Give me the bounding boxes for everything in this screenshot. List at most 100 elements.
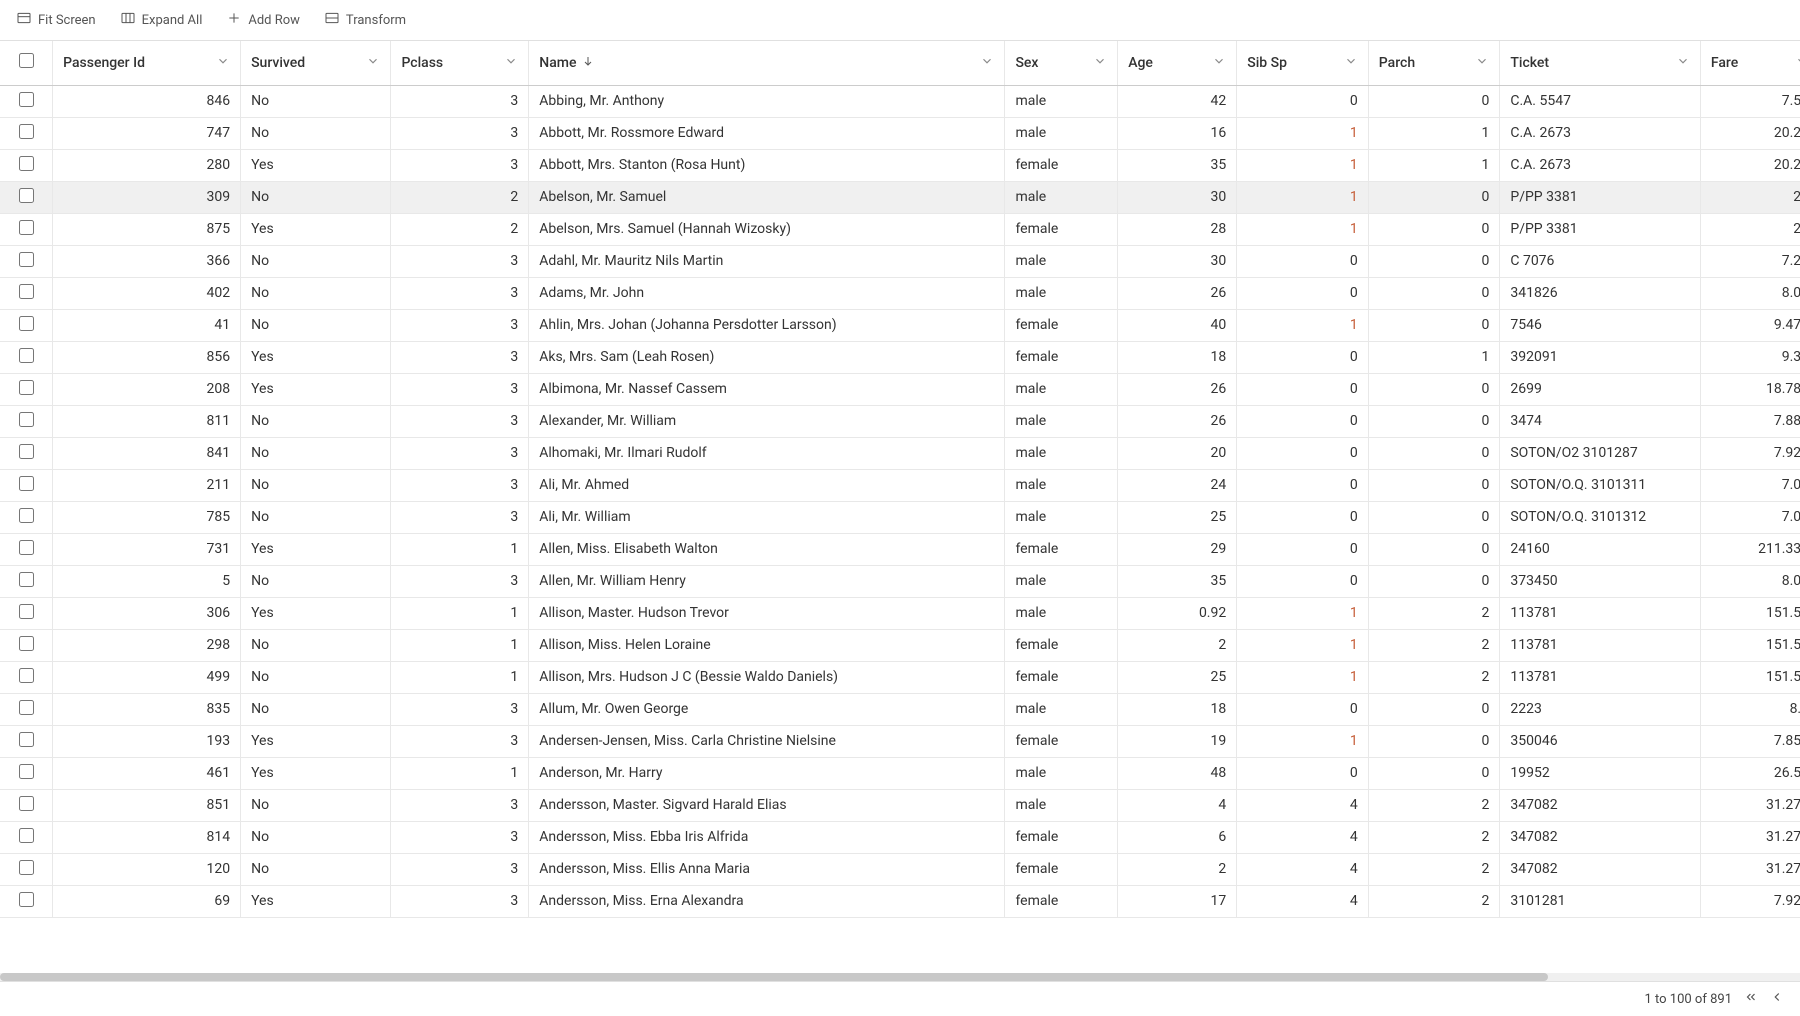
column-header-survived[interactable]: Survived (241, 41, 391, 85)
row-select-cell[interactable] (0, 85, 53, 117)
table-row[interactable]: 208Yes3Albimona, Mr. Nassef Cassemmale26… (0, 373, 1800, 405)
table-row[interactable]: 835No3Allum, Mr. Owen Georgemale18002223… (0, 693, 1800, 725)
row-select-cell[interactable] (0, 501, 53, 533)
table-row[interactable]: 461Yes1Anderson, Mr. Harrymale4800199522… (0, 757, 1800, 789)
row-checkbox[interactable] (19, 732, 34, 747)
row-checkbox[interactable] (19, 764, 34, 779)
row-checkbox[interactable] (19, 284, 34, 299)
row-checkbox[interactable] (19, 380, 34, 395)
row-checkbox[interactable] (19, 604, 34, 619)
chevron-down-icon[interactable] (504, 54, 518, 72)
row-checkbox[interactable] (19, 668, 34, 683)
row-select-cell[interactable] (0, 533, 53, 565)
row-checkbox[interactable] (19, 700, 34, 715)
table-row[interactable]: 841No3Alhomaki, Mr. Ilmari Rudolfmale200… (0, 437, 1800, 469)
row-checkbox[interactable] (19, 316, 34, 331)
row-checkbox[interactable] (19, 220, 34, 235)
row-checkbox[interactable] (19, 412, 34, 427)
table-row[interactable]: 193Yes3Andersen-Jensen, Miss. Carla Chri… (0, 725, 1800, 757)
transform-button[interactable]: Transform (324, 10, 406, 30)
table-row[interactable]: 785No3Ali, Mr. Williammale2500SOTON/O.Q.… (0, 501, 1800, 533)
row-checkbox[interactable] (19, 92, 34, 107)
row-checkbox[interactable] (19, 860, 34, 875)
column-header-sex[interactable]: Sex (1005, 41, 1118, 85)
column-header-ticket[interactable]: Ticket (1500, 41, 1700, 85)
chevron-down-icon[interactable] (1676, 54, 1690, 72)
row-checkbox[interactable] (19, 508, 34, 523)
table-row[interactable]: 851No3Andersson, Master. Sigvard Harald … (0, 789, 1800, 821)
table-row[interactable]: 5No3Allen, Mr. William Henrymale35003734… (0, 565, 1800, 597)
column-header-pid[interactable]: Passenger Id (53, 41, 241, 85)
chevron-down-icon[interactable] (1093, 54, 1107, 72)
fit-screen-button[interactable]: Fit Screen (16, 10, 96, 30)
row-checkbox[interactable] (19, 540, 34, 555)
table-row[interactable]: 120No3Andersson, Miss. Ellis Anna Mariaf… (0, 853, 1800, 885)
row-checkbox[interactable] (19, 252, 34, 267)
table-row[interactable]: 366No3Adahl, Mr. Mauritz Nils Martinmale… (0, 245, 1800, 277)
row-select-cell[interactable] (0, 373, 53, 405)
table-row[interactable]: 211No3Ali, Mr. Ahmedmale2400SOTON/O.Q. 3… (0, 469, 1800, 501)
chevron-down-icon[interactable] (216, 54, 230, 72)
table-row[interactable]: 811No3Alexander, Mr. Williammale26003474… (0, 405, 1800, 437)
prev-page-button[interactable] (1770, 990, 1784, 1008)
chevron-down-icon[interactable] (366, 54, 380, 72)
column-header-name[interactable]: Name (529, 41, 1005, 85)
row-select-cell[interactable] (0, 821, 53, 853)
row-checkbox[interactable] (19, 828, 34, 843)
table-row[interactable]: 846No3Abbing, Mr. Anthonymale4200C.A. 55… (0, 85, 1800, 117)
row-select-cell[interactable] (0, 213, 53, 245)
table-row[interactable]: 875Yes2Abelson, Mrs. Samuel (Hannah Wizo… (0, 213, 1800, 245)
row-select-cell[interactable] (0, 309, 53, 341)
row-select-cell[interactable] (0, 629, 53, 661)
row-select-cell[interactable] (0, 853, 53, 885)
row-select-cell[interactable] (0, 885, 53, 917)
row-checkbox[interactable] (19, 476, 34, 491)
column-header-age[interactable]: Age (1118, 41, 1237, 85)
row-select-cell[interactable] (0, 245, 53, 277)
scrollbar-thumb[interactable] (0, 973, 1548, 981)
row-checkbox[interactable] (19, 188, 34, 203)
row-checkbox[interactable] (19, 124, 34, 139)
row-select-cell[interactable] (0, 597, 53, 629)
table-row[interactable]: 306Yes1Allison, Master. Hudson Trevormal… (0, 597, 1800, 629)
table-row[interactable]: 499No1Allison, Mrs. Hudson J C (Bessie W… (0, 661, 1800, 693)
row-select-cell[interactable] (0, 149, 53, 181)
row-select-cell[interactable] (0, 117, 53, 149)
table-row[interactable]: 402No3Adams, Mr. Johnmale26003418268.05 (0, 277, 1800, 309)
row-select-cell[interactable] (0, 181, 53, 213)
select-all-header[interactable] (0, 41, 53, 85)
first-page-button[interactable] (1744, 990, 1758, 1008)
table-row[interactable]: 856Yes3Aks, Mrs. Sam (Leah Rosen)female1… (0, 341, 1800, 373)
row-select-cell[interactable] (0, 405, 53, 437)
column-header-sibsp[interactable]: Sib Sp (1237, 41, 1369, 85)
table-row[interactable]: 309No2Abelson, Mr. Samuelmale3010P/PP 33… (0, 181, 1800, 213)
column-header-fare[interactable]: Fare (1700, 41, 1800, 85)
expand-all-button[interactable]: Expand All (120, 10, 203, 30)
row-select-cell[interactable] (0, 341, 53, 373)
row-select-cell[interactable] (0, 565, 53, 597)
table-scroll[interactable]: Passenger IdSurvivedPclassNameSexAgeSib … (0, 41, 1800, 973)
row-select-cell[interactable] (0, 661, 53, 693)
row-select-cell[interactable] (0, 469, 53, 501)
table-row[interactable]: 69Yes3Andersson, Miss. Erna Alexandrafem… (0, 885, 1800, 917)
row-select-cell[interactable] (0, 757, 53, 789)
chevron-down-icon[interactable] (980, 54, 994, 72)
column-header-parch[interactable]: Parch (1368, 41, 1500, 85)
table-row[interactable]: 731Yes1Allen, Miss. Elisabeth Waltonfema… (0, 533, 1800, 565)
add-row-button[interactable]: Add Row (226, 10, 300, 30)
row-select-cell[interactable] (0, 437, 53, 469)
row-checkbox[interactable] (19, 892, 34, 907)
select-all-checkbox[interactable] (19, 53, 34, 68)
row-select-cell[interactable] (0, 725, 53, 757)
table-row[interactable]: 41No3Ahlin, Mrs. Johan (Johanna Persdott… (0, 309, 1800, 341)
row-select-cell[interactable] (0, 789, 53, 821)
row-checkbox[interactable] (19, 156, 34, 171)
chevron-down-icon[interactable] (1212, 54, 1226, 72)
table-row[interactable]: 298No1Allison, Miss. Helen Lorainefemale… (0, 629, 1800, 661)
table-row[interactable]: 280Yes3Abbott, Mrs. Stanton (Rosa Hunt)f… (0, 149, 1800, 181)
row-checkbox[interactable] (19, 348, 34, 363)
column-header-pclass[interactable]: Pclass (391, 41, 529, 85)
row-select-cell[interactable] (0, 693, 53, 725)
chevron-down-icon[interactable] (1475, 54, 1489, 72)
chevron-down-icon[interactable] (1344, 54, 1358, 72)
